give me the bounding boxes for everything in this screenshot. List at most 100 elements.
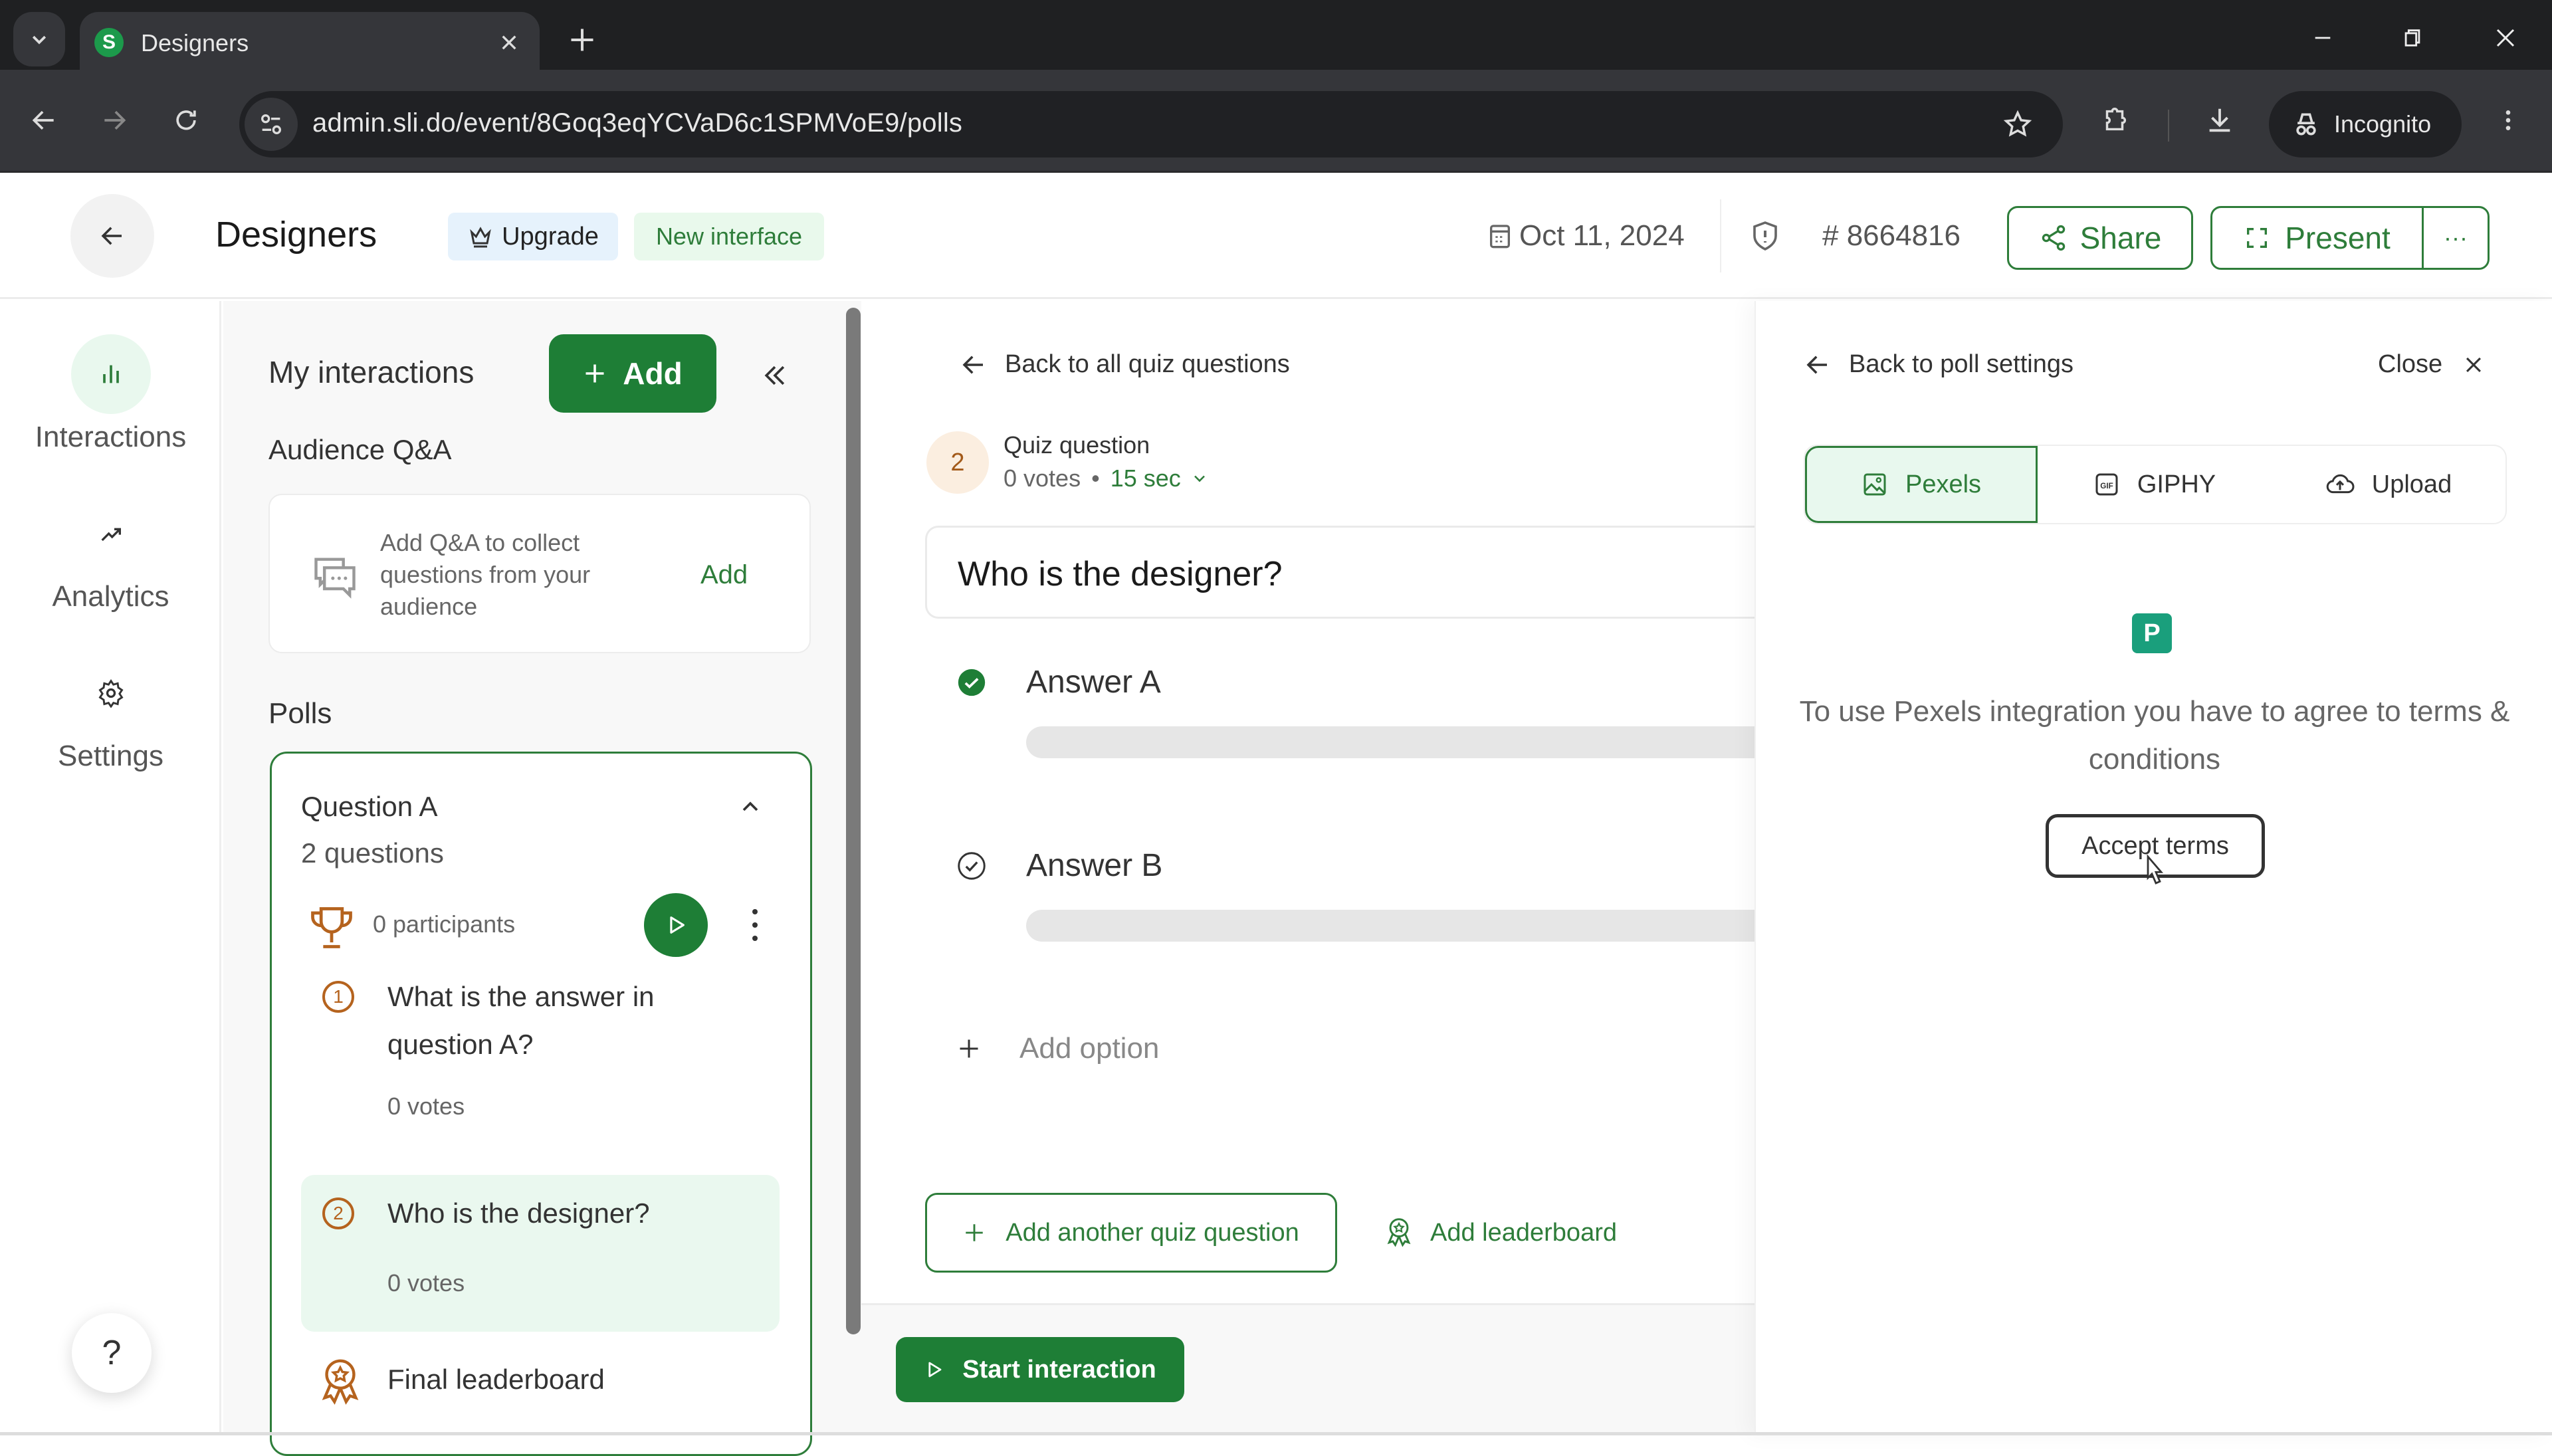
close-panel-button[interactable]: Close — [2378, 350, 2485, 379]
tab-close-button[interactable] — [492, 25, 526, 60]
collapse-poll-button[interactable] — [737, 793, 764, 820]
poll-more-button[interactable] — [745, 904, 765, 946]
add-option-label: Add option — [1019, 1032, 1160, 1065]
tab-search-button[interactable] — [13, 12, 65, 66]
new-interface-toggle[interactable]: New interface — [634, 213, 824, 260]
question-type: Quiz question — [1004, 431, 1150, 459]
scrollbar-thumb[interactable] — [846, 308, 861, 1334]
address-bar[interactable]: admin.sli.do/event/8Goq3eqYCVaD6c1SPMVoE… — [239, 91, 2063, 157]
add-quiz-question-button[interactable]: Add another quiz question — [925, 1193, 1337, 1273]
browser-menu-button[interactable] — [2482, 94, 2535, 147]
chevron-down-icon — [1194, 475, 1205, 482]
reload-button[interactable] — [160, 94, 213, 147]
interactions-panel: My interactions Add Audience Q&A Add Q&A… — [223, 301, 844, 1456]
add-interaction-button[interactable]: Add — [549, 334, 716, 413]
extensions-button[interactable] — [2088, 94, 2141, 147]
timer-value: 15 sec — [1110, 465, 1181, 492]
timer-dropdown[interactable]: 15 sec — [1111, 465, 1209, 492]
add-leaderboard-button[interactable]: Add leaderboard — [1385, 1217, 1617, 1249]
participants-count: 0 participants — [373, 910, 516, 938]
back-to-events-button[interactable] — [70, 194, 154, 278]
answer-vote-bar — [1026, 726, 1754, 758]
share-icon — [2042, 225, 2065, 251]
tab-giphy[interactable]: GIF GIPHY — [2038, 446, 2272, 523]
answer-label: Answer B — [1026, 848, 1163, 883]
poll-card[interactable]: Question A 2 questions 0 participants 1 … — [270, 752, 812, 1456]
nav-icon-wrap — [70, 334, 151, 414]
correct-answer-toggle[interactable] — [957, 851, 986, 881]
window-close-button[interactable] — [2476, 15, 2535, 61]
image-icon — [1863, 473, 1886, 496]
nav-label: Analytics — [52, 580, 169, 613]
forward-nav-button[interactable] — [88, 94, 141, 147]
check-circle-outline-icon — [958, 852, 986, 880]
trophy-icon — [306, 902, 357, 953]
help-button[interactable]: ? — [72, 1313, 152, 1393]
audience-qa-heading: Audience Q&A — [268, 434, 452, 465]
minimize-button[interactable] — [2293, 15, 2353, 61]
downloads-button[interactable] — [2193, 94, 2246, 147]
url-text[interactable]: admin.sli.do/event/8Goq3eqYCVaD6c1SPMVoE… — [312, 108, 962, 138]
kebab-menu-icon — [2505, 110, 2511, 130]
nav-item-interactions[interactable]: Interactions — [0, 334, 221, 454]
add-qa-button[interactable]: Add — [700, 560, 748, 590]
share-button[interactable]: Share — [2007, 206, 2193, 270]
close-label: Close — [2378, 350, 2443, 378]
poll-question-text: What is the answer in question A? — [387, 981, 655, 1060]
security-status[interactable] — [1752, 219, 1778, 253]
bookmark-button[interactable] — [1998, 104, 2038, 144]
present-button[interactable]: Present — [2212, 208, 2424, 268]
event-code: # 8664816 — [1822, 219, 1961, 252]
answer-label: Answer A — [1026, 665, 1161, 700]
start-interaction-button[interactable]: Start interaction — [896, 1337, 1184, 1402]
correct-answer-toggle[interactable] — [957, 668, 986, 697]
nav-item-settings[interactable]: Settings — [0, 653, 221, 773]
restore-button[interactable] — [2383, 15, 2442, 61]
event-date[interactable]: Oct 11, 2024 — [1489, 219, 1685, 253]
tab-upload[interactable]: Upload — [2272, 446, 2505, 523]
answer-vote-bar — [1026, 910, 1754, 942]
browser-tab-active[interactable]: S Designers — [80, 12, 540, 73]
media-panel: Back to poll settings Close Pexels GIF G… — [1754, 301, 2552, 1435]
poll-question-votes: 0 votes — [387, 1092, 465, 1120]
gear-icon — [98, 679, 124, 708]
incognito-profile-button[interactable]: Incognito — [2269, 91, 2462, 157]
question-input[interactable]: Who is the designer? — [925, 526, 1762, 619]
plus-icon — [585, 364, 604, 383]
back-to-poll-settings-link[interactable]: Back to poll settings — [1804, 350, 2074, 379]
panel-title: My interactions — [268, 355, 475, 389]
poll-question-item-selected[interactable]: 2 Who is the designer? 0 votes — [301, 1175, 780, 1332]
terms-message: To use Pexels integration you have to ag… — [1799, 695, 2510, 776]
dot — [752, 909, 758, 914]
nav-label: Settings — [58, 740, 163, 772]
qa-card: Add Q&A to collect questions from your a… — [268, 494, 811, 653]
start-poll-button[interactable] — [644, 893, 708, 957]
question-text: Who is the designer? — [958, 555, 1283, 593]
site-info-button[interactable] — [245, 98, 298, 151]
panel-scrollbar[interactable] — [844, 301, 861, 1435]
arrow-right-icon — [104, 110, 126, 130]
pexels-logo-icon: P — [2132, 613, 2172, 653]
download-icon — [2209, 108, 2230, 132]
present-more-button[interactable]: ··· — [2424, 208, 2488, 268]
present-label: Present — [2285, 221, 2391, 255]
back-to-all-questions-link[interactable]: Back to all quiz questions — [960, 350, 1290, 379]
add-option-button[interactable]: Add option — [957, 1032, 1159, 1065]
svg-text:GIF: GIF — [2100, 482, 2113, 490]
back-nav-button[interactable] — [17, 94, 70, 147]
toolbar-divider — [2168, 110, 2169, 142]
left-navigation: Interactions Analytics Settings ? — [0, 301, 221, 1435]
new-tab-button[interactable] — [564, 21, 601, 58]
nav-item-analytics[interactable]: Analytics — [0, 494, 221, 613]
final-leaderboard-item[interactable]: Final leaderboard — [387, 1364, 605, 1396]
shield-icon — [1753, 221, 1777, 251]
editor-footer: Start interaction — [861, 1303, 1754, 1435]
collapse-panel-button[interactable] — [755, 356, 795, 395]
tab-pexels[interactable]: Pexels — [1805, 446, 2038, 523]
close-icon — [502, 35, 516, 50]
event-title: Designers — [215, 215, 377, 255]
media-source-tabs: Pexels GIF GIPHY Upload — [1804, 445, 2507, 524]
upgrade-button[interactable]: Upgrade — [448, 213, 618, 260]
award-icon — [318, 1357, 362, 1407]
poll-question-item[interactable]: 1 What is the answer in question A? 0 vo… — [301, 973, 780, 1132]
